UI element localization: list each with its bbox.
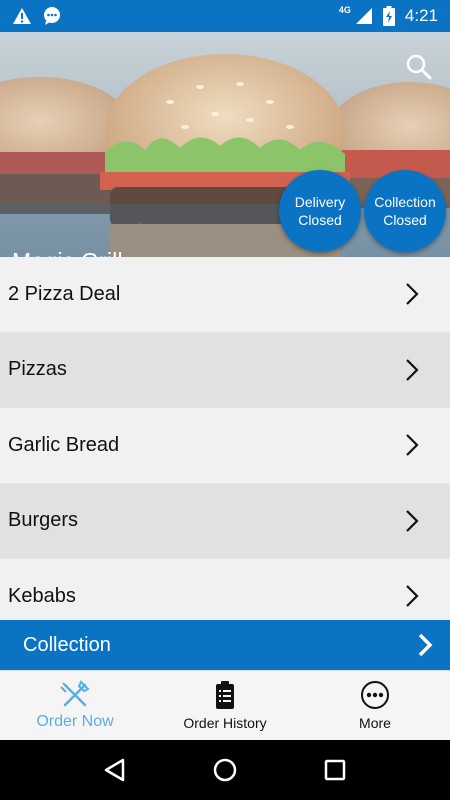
delivery-status-line2: Closed: [298, 212, 342, 228]
status-time: 4:21: [404, 6, 438, 25]
category-row-pizzas[interactable]: Pizzas: [0, 332, 450, 408]
category-label: Kebabs: [8, 584, 76, 607]
chevron-right-icon: [406, 434, 419, 457]
clipboard-icon: [216, 681, 234, 709]
collection-label: Collection: [23, 633, 111, 656]
signal-icon: [355, 8, 372, 24]
category-row-2-pizza-deal[interactable]: 2 Pizza Deal: [0, 257, 450, 333]
chevron-right-icon: [406, 283, 419, 306]
restaurant-name: Magic Grill: [12, 248, 123, 257]
chevron-right-icon: [406, 585, 419, 608]
status-right: 4G 4:21: [338, 5, 438, 26]
chevron-right-icon: [418, 633, 433, 657]
bottom-nav: Order Now Order History More: [0, 670, 450, 740]
chevron-right-icon: [406, 358, 419, 381]
nav-order-now[interactable]: Order Now: [0, 671, 150, 740]
battery-icon: [382, 6, 395, 26]
recents-icon[interactable]: [321, 756, 349, 784]
nav-label: Order History: [183, 715, 267, 731]
status-left: [12, 6, 62, 26]
more-dots-icon: [361, 681, 389, 709]
nav-more[interactable]: More: [300, 671, 450, 740]
category-row-burgers[interactable]: Burgers: [0, 483, 450, 559]
category-label: Garlic Bread: [8, 433, 120, 456]
chevron-right-icon: [406, 509, 419, 532]
collection-status-line2: Closed: [383, 212, 427, 228]
delivery-status-line1: Delivery: [294, 194, 346, 210]
collection-bar[interactable]: Collection: [0, 620, 450, 670]
collection-status-badge: Collection Closed: [364, 170, 446, 252]
search-button[interactable]: [404, 52, 434, 82]
delivery-status-badge: Delivery Closed: [279, 170, 361, 252]
warning-icon: [13, 8, 31, 24]
category-row-garlic-bread[interactable]: Garlic Bread: [0, 408, 450, 484]
status-bar: 4G 4:21: [0, 0, 450, 32]
hero-banner: Magic Grill Delivery Closed Collection C…: [0, 32, 450, 257]
category-label: 2 Pizza Deal: [8, 282, 121, 305]
nav-order-history[interactable]: Order History: [150, 671, 300, 740]
back-icon[interactable]: [101, 756, 129, 784]
chat-icon: [44, 7, 60, 25]
nav-label: Order Now: [36, 713, 114, 730]
collection-status-line1: Collection: [374, 194, 436, 210]
category-label: Burgers: [8, 509, 79, 532]
network-type: 4G: [338, 5, 351, 15]
search-icon: [406, 54, 432, 80]
app-screen: 4G 4:21 Delivery Closed Collection Close…: [0, 0, 450, 800]
home-icon[interactable]: [211, 756, 239, 784]
fork-knife-icon: [60, 680, 90, 707]
category-list: 2 Pizza Deal Pizzas Garlic Bread Burgers…: [0, 257, 450, 635]
category-label: Pizzas: [8, 358, 67, 381]
system-nav-bar: [0, 740, 450, 800]
nav-label: More: [359, 715, 391, 731]
